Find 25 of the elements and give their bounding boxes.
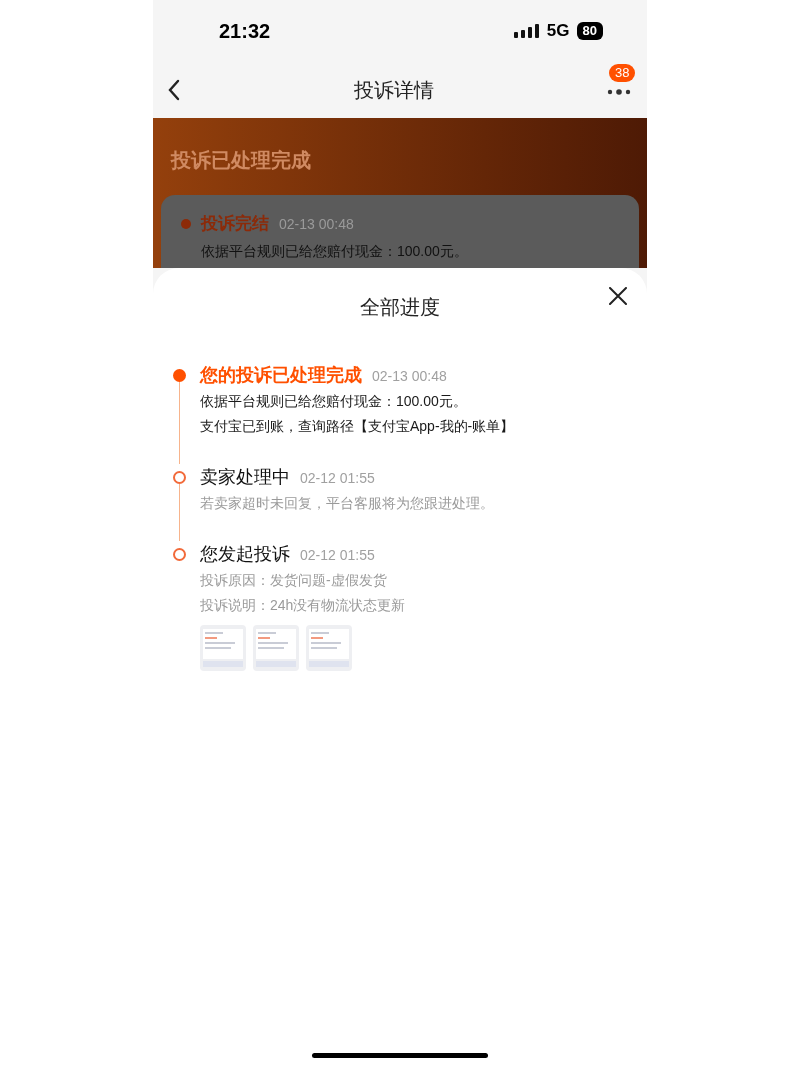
card-text: 依据平台规则已给您赔付现金：100.00元。 [200,242,469,261]
step-time: 02-13 00:48 [372,367,447,386]
page-title: 投诉详情 [353,78,435,103]
network-label: 5G [546,20,570,43]
step-detail: 投诉说明：24h没有物流状态更新 [200,596,406,615]
step-time: 02-12 01:55 [300,546,375,565]
status-time: 21:32 [219,19,271,44]
step-detail: 依据平台规则已给您赔付现金：100.00元。 [200,392,468,411]
step-title: 您发起投诉 [200,543,290,566]
banner-title: 投诉已处理完成 [169,148,312,173]
sheet-title: 全部进度 [360,295,440,320]
card-title: 投诉完结 [201,213,269,235]
step-title: 您的投诉已处理完成 [200,364,362,387]
step-time: 02-12 01:55 [300,469,375,488]
notification-badge: 38 [609,64,636,82]
signal-icon [513,24,540,38]
step-detail: 支付宝已到账，查询路径【支付宝App-我的-账单】 [200,417,515,436]
more-icon[interactable] [607,89,631,95]
back-icon[interactable] [167,79,181,101]
battery-indicator: 80 [576,22,603,40]
step-detail: 投诉原因：发货问题-虚假发货 [200,571,388,590]
close-icon[interactable] [609,287,627,305]
step-title: 卖家处理中 [200,466,290,489]
card-time: 02-13 00:48 [279,214,354,234]
step-detail: 若卖家超时未回复，平台客服将为您跟进处理。 [200,494,494,513]
